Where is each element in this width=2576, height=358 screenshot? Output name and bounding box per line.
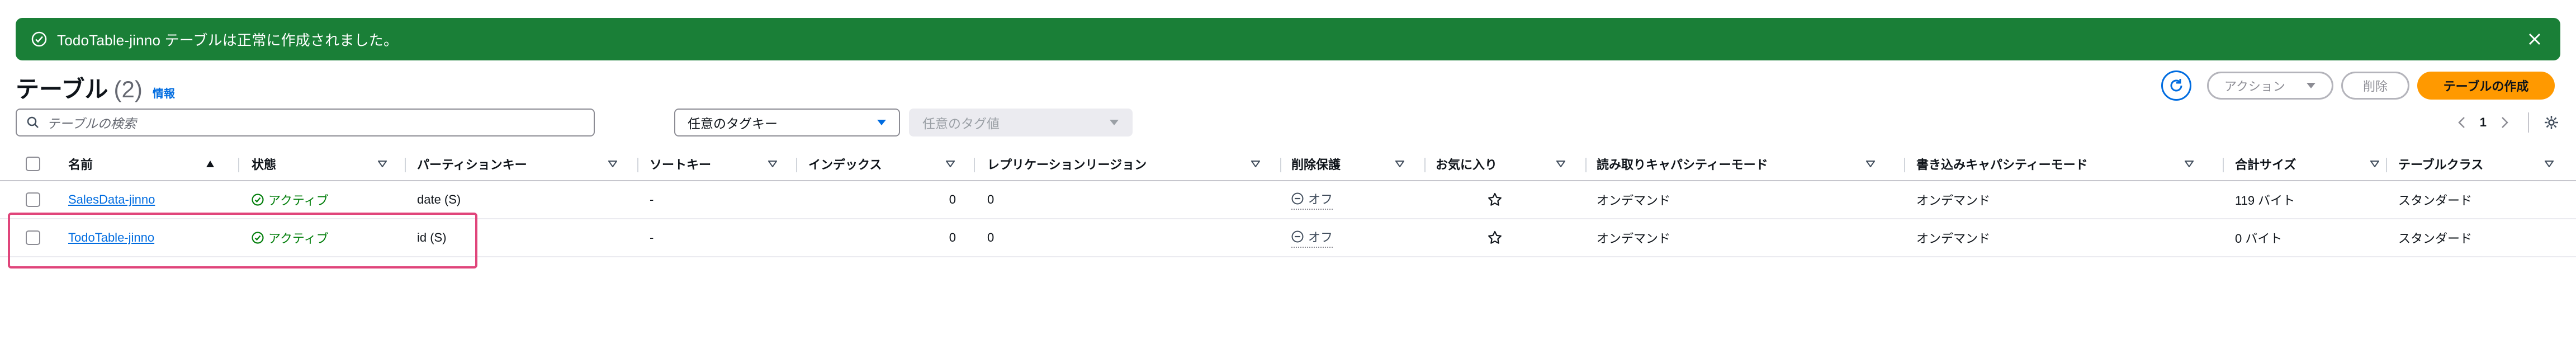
sort-icon xyxy=(1866,161,1875,167)
col-header-indexes[interactable]: インデックス xyxy=(808,148,967,180)
off-status-icon xyxy=(1291,192,1304,205)
sort-key-cell: - xyxy=(650,230,654,244)
search-placeholder: テーブルの検索 xyxy=(47,116,136,131)
settings-gear-icon[interactable] xyxy=(2544,115,2559,130)
col-header-status[interactable]: 状態 xyxy=(252,148,399,180)
column-divider xyxy=(2223,158,2224,172)
col-header-favorite[interactable]: お気に入り xyxy=(1436,148,1578,180)
tag-key-value: 任意のタグキー xyxy=(688,116,778,131)
col-header-deletion-protection[interactable]: 削除保護 xyxy=(1291,148,1417,180)
col-header-write-capacity[interactable]: 書き込みキャパシティーモード xyxy=(1916,148,2206,180)
total-size-cell: 0 バイト xyxy=(2235,232,2283,246)
col-header-read-capacity[interactable]: 読み取りキャパシティーモード xyxy=(1597,148,1887,180)
table-search-input[interactable]: テーブルの検索 xyxy=(16,109,595,136)
search-icon xyxy=(27,116,39,128)
table-class-cell: スタンダード xyxy=(2398,194,2473,208)
sort-icon xyxy=(378,161,387,167)
caret-down-icon xyxy=(2307,83,2315,88)
info-link[interactable]: 情報 xyxy=(153,84,175,101)
sort-icon xyxy=(1395,161,1404,167)
pagination: 1 xyxy=(2457,111,2559,134)
column-divider xyxy=(238,158,239,172)
replication-cell: 0 xyxy=(987,230,995,244)
page-header: テーブル (2) 情報 xyxy=(16,70,175,102)
column-divider xyxy=(1585,158,1587,172)
sort-icon xyxy=(2370,161,2379,167)
table-header-row: 名前 状態 パーティションキー ソートキー インデックス レプリケーションリージ… xyxy=(0,148,2576,181)
tag-key-select[interactable]: 任意のタグキー xyxy=(674,109,900,136)
caret-down-icon xyxy=(1110,120,1119,125)
col-header-replication[interactable]: レプリケーションリージョン xyxy=(987,148,1272,180)
read-mode-cell: オンデマンド xyxy=(1597,194,1671,208)
write-mode-cell: オンデマンド xyxy=(1916,232,1991,246)
table-count: (2) xyxy=(113,76,143,102)
favorite-star-icon[interactable] xyxy=(1487,219,1503,256)
status-text: アクティブ xyxy=(268,194,329,208)
header-actions: アクション 削除 テーブルの作成 xyxy=(2161,70,2555,101)
action-button-label: アクション xyxy=(2224,79,2285,93)
close-icon[interactable] xyxy=(2525,29,2545,49)
column-divider xyxy=(405,158,406,172)
deletion-protection-cell: オフ xyxy=(1291,181,1333,218)
total-size-cell: 119 バイト xyxy=(2235,194,2295,208)
column-divider xyxy=(974,158,975,172)
sort-icon xyxy=(608,161,617,167)
column-divider xyxy=(1280,158,1281,172)
off-status-icon xyxy=(1291,230,1304,243)
chevron-left-icon[interactable] xyxy=(2457,116,2465,129)
col-header-name[interactable]: 名前 xyxy=(68,148,227,180)
indexes-cell: 0 xyxy=(949,192,956,206)
col-header-sort-key[interactable]: ソートキー xyxy=(650,148,789,180)
page-title: テーブル xyxy=(16,76,108,102)
highlight-annotation xyxy=(8,213,477,268)
caret-down-icon xyxy=(877,120,886,125)
sort-key-cell: - xyxy=(650,192,654,206)
favorite-star-icon[interactable] xyxy=(1487,181,1503,218)
sort-icon xyxy=(768,161,777,167)
action-dropdown-button[interactable]: アクション xyxy=(2207,72,2333,100)
sort-icon xyxy=(2185,161,2194,167)
write-mode-cell: オンデマンド xyxy=(1916,194,1991,208)
deletion-protection-text: オフ xyxy=(1308,192,1333,206)
refresh-icon xyxy=(2170,79,2182,92)
indexes-cell: 0 xyxy=(949,230,956,244)
col-header-partition-key[interactable]: パーティションキー xyxy=(417,148,629,180)
column-divider xyxy=(637,158,638,172)
banner-message: TodoTable-jinno テーブルは正常に作成されました。 xyxy=(57,31,399,49)
sort-icon xyxy=(2545,161,2554,167)
column-divider xyxy=(1904,158,1905,172)
success-banner: TodoTable-jinno テーブルは正常に作成されました。 xyxy=(16,18,2560,60)
create-table-button[interactable]: テーブルの作成 xyxy=(2417,72,2555,100)
success-check-icon xyxy=(31,31,48,48)
deletion-protection-text: オフ xyxy=(1308,230,1333,244)
col-header-table-class[interactable]: テーブルクラス xyxy=(2398,148,2566,180)
chevron-right-icon[interactable] xyxy=(2501,116,2509,129)
tag-value-placeholder: 任意のタグ値 xyxy=(922,116,1000,131)
pager-divider xyxy=(2528,112,2529,133)
column-divider xyxy=(2386,158,2387,172)
page-number[interactable]: 1 xyxy=(2480,115,2487,130)
table-class-cell: スタンダード xyxy=(2398,232,2473,246)
column-divider xyxy=(1424,158,1426,172)
deletion-protection-cell: オフ xyxy=(1291,219,1333,256)
sort-asc-icon xyxy=(206,161,214,167)
refresh-button[interactable] xyxy=(2161,70,2191,101)
replication-cell: 0 xyxy=(987,192,995,206)
read-mode-cell: オンデマンド xyxy=(1597,232,1671,246)
delete-button[interactable]: 削除 xyxy=(2341,72,2409,100)
sort-icon xyxy=(1556,161,1565,167)
col-header-total-size[interactable]: 合計サイズ xyxy=(2235,148,2392,180)
column-divider xyxy=(796,158,797,172)
sort-icon xyxy=(946,161,955,167)
tag-value-select: 任意のタグ値 xyxy=(909,109,1133,136)
sort-icon xyxy=(1251,161,1260,167)
select-all-checkbox[interactable] xyxy=(26,148,40,180)
status-check-icon xyxy=(252,194,264,206)
